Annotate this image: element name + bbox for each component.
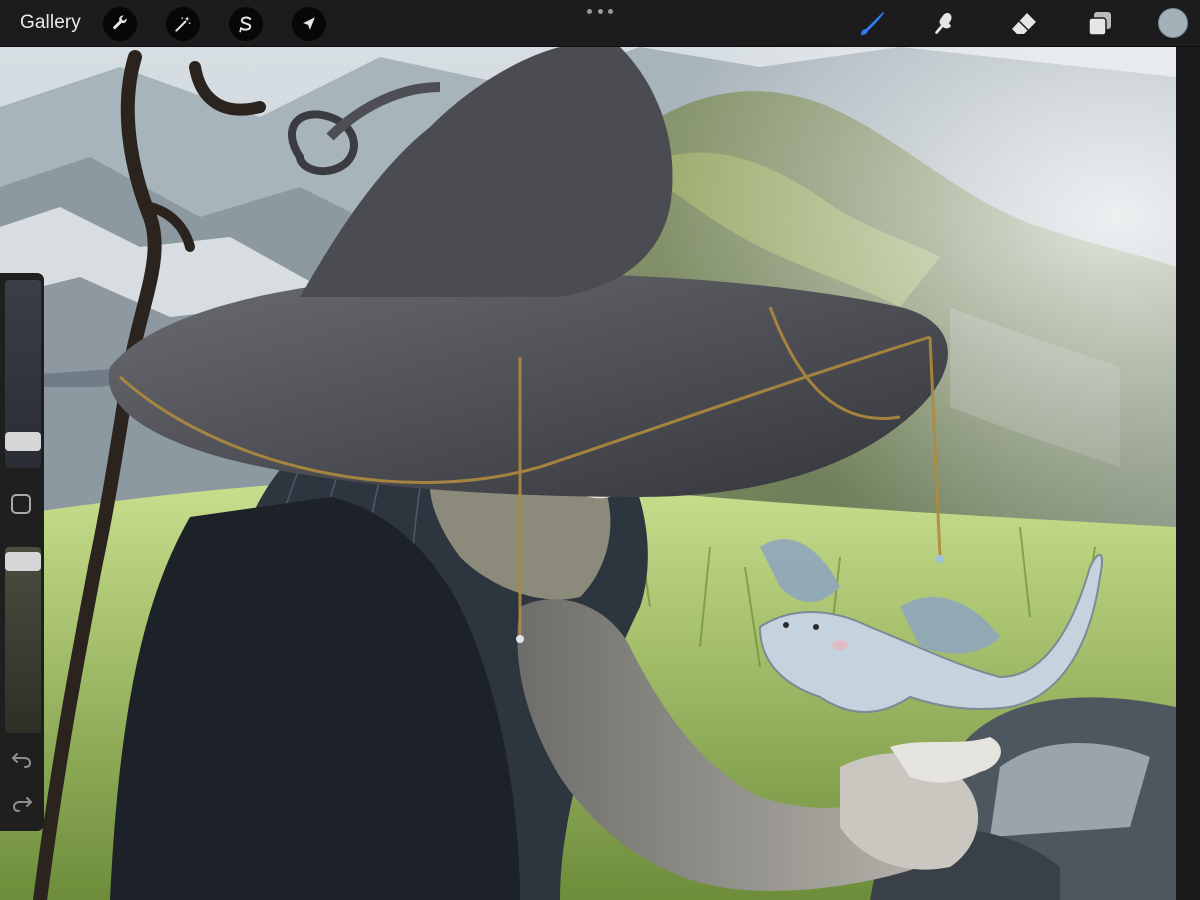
undo-icon <box>12 753 32 768</box>
layers-tool[interactable] <box>1084 8 1116 40</box>
eraser-icon <box>1012 13 1036 34</box>
more-options-button[interactable] <box>587 9 613 17</box>
drawing-canvas[interactable] <box>0 47 1176 900</box>
selection-button[interactable] <box>229 7 263 41</box>
actions-button[interactable] <box>103 7 137 41</box>
gallery-button[interactable]: Gallery <box>20 11 81 35</box>
redo-icon <box>12 797 32 812</box>
magic-wand-icon <box>175 16 191 32</box>
opacity-slider[interactable] <box>5 547 41 733</box>
color-picker-button[interactable] <box>1158 8 1188 38</box>
modify-square-icon[interactable] <box>11 494 31 514</box>
brush-size-slider[interactable] <box>5 280 41 468</box>
canvas-edge <box>1176 47 1200 900</box>
transform-button[interactable] <box>292 7 326 41</box>
layers-icon <box>1088 12 1111 36</box>
adjustments-button[interactable] <box>166 7 200 41</box>
wrench-icon <box>113 15 127 30</box>
selection-icon <box>239 16 252 33</box>
transform-arrow-icon <box>303 17 315 30</box>
paint-brush-tool[interactable] <box>856 8 888 40</box>
brush-icon <box>861 12 884 35</box>
artwork-illustration <box>0 47 1176 900</box>
top-toolbar: Gallery <box>0 0 1200 47</box>
brush-size-thumb[interactable] <box>5 432 41 451</box>
dot-icon <box>608 9 613 14</box>
opacity-thumb[interactable] <box>5 552 41 571</box>
dot-icon <box>597 9 603 14</box>
redo-button[interactable] <box>11 795 33 813</box>
smudge-icon <box>935 13 952 34</box>
undo-button[interactable] <box>11 751 33 769</box>
smudge-tool[interactable] <box>929 8 961 40</box>
dot-icon <box>587 9 592 14</box>
eraser-tool[interactable] <box>1008 8 1040 40</box>
left-sidebar <box>0 273 44 831</box>
